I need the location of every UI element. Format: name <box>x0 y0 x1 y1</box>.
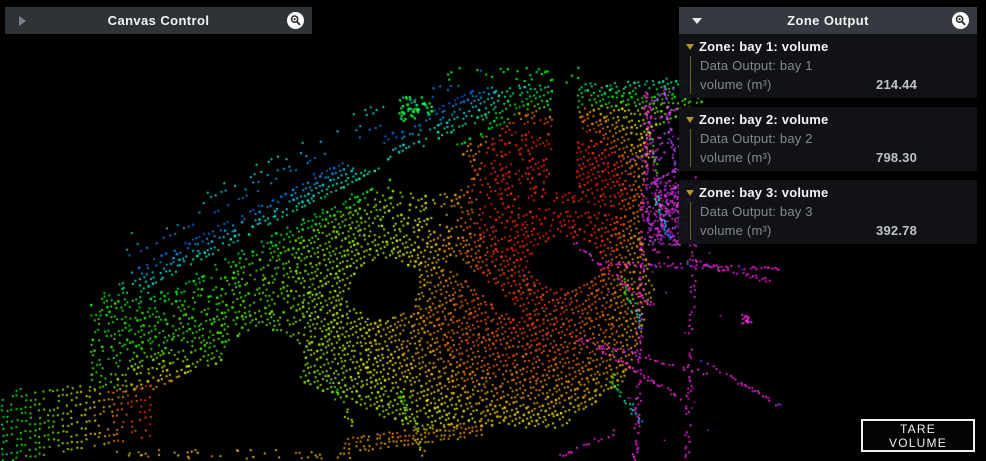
zone-title-row[interactable]: Zone: bay 3: volume <box>685 183 969 201</box>
zone-data-output: Data Output: bay 1 <box>700 56 969 75</box>
zone-data-output: Data Output: bay 3 <box>700 202 969 221</box>
zone-expand-icon[interactable] <box>686 44 694 50</box>
magnifier-icon[interactable] <box>287 12 304 29</box>
zone-expand-icon[interactable] <box>686 190 694 196</box>
canvas-control-title: Canvas Control <box>5 13 312 28</box>
magnifier-icon[interactable] <box>952 12 969 29</box>
zone-metric-value: 214.44 <box>876 75 917 94</box>
zone-output-title: Zone Output <box>679 13 977 28</box>
tare-volume-button[interactable]: TARE VOLUME <box>861 419 975 452</box>
zone-output-item: Zone: bay 3: volume Data Output: bay 3 v… <box>679 180 977 244</box>
zone-expand-icon[interactable] <box>686 117 694 123</box>
canvas-control-header[interactable]: Canvas Control <box>5 7 312 34</box>
zone-metric-label: volume (m³) <box>700 221 772 240</box>
zone-metric-label: volume (m³) <box>700 75 772 94</box>
zone-title-row[interactable]: Zone: bay 2: volume <box>685 110 969 128</box>
zone-title-row[interactable]: Zone: bay 1: volume <box>685 37 969 55</box>
zone-metric-label: volume (m³) <box>700 148 772 167</box>
zone-output-panel: Zone Output Zone: bay 1: volume Data Out… <box>679 7 977 253</box>
zone-title: Zone: bay 1: volume <box>699 39 829 54</box>
zone-title: Zone: bay 2: volume <box>699 112 829 127</box>
canvas-control-panel: Canvas Control <box>5 7 312 34</box>
zone-output-header[interactable]: Zone Output <box>679 7 977 34</box>
zone-output-item: Zone: bay 1: volume Data Output: bay 1 v… <box>679 34 977 98</box>
zone-metric-value: 392.78 <box>876 221 917 240</box>
zone-data-output: Data Output: bay 2 <box>700 129 969 148</box>
zone-output-item: Zone: bay 2: volume Data Output: bay 2 v… <box>679 107 977 171</box>
zone-title: Zone: bay 3: volume <box>699 185 829 200</box>
zone-metric-value: 798.30 <box>876 148 917 167</box>
